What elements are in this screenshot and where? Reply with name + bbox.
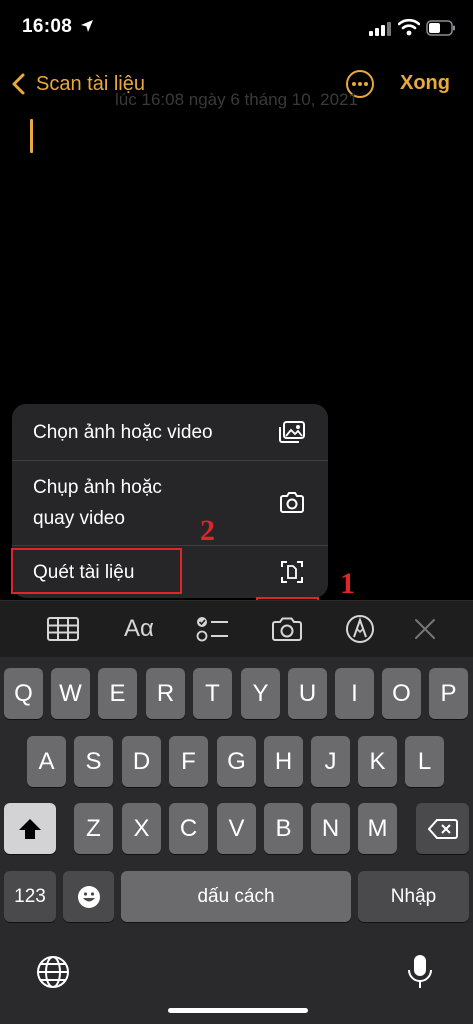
key[interactable]: Z [74,803,113,854]
key[interactable]: X [122,803,161,854]
note-date: lúc 16:08 ngày 6 tháng 10, 2021 [115,90,358,109]
key[interactable]: L [405,736,444,787]
globe-icon [37,956,69,988]
key[interactable]: O [382,668,421,719]
keyboard: Q W E R T Y U I O P A S D F G H J K L Z … [0,657,473,1024]
space-key[interactable]: dấu cách [121,871,351,922]
home-indicator [168,1008,308,1013]
microphone-icon [408,955,432,988]
menu-item-label: Chụp ảnh hoặc quay video [33,477,162,529]
key[interactable]: U [288,668,327,719]
text-format-button[interactable]: Aα [118,614,160,644]
close-icon [415,619,435,639]
camera-icon [280,492,304,513]
wifi-icon [398,18,420,36]
text-cursor [30,119,33,153]
key[interactable]: Q [4,668,43,719]
key[interactable]: R [146,668,185,719]
menu-item-choose-photo[interactable]: Chọn ảnh hoặc video [12,404,328,460]
key[interactable]: D [122,736,161,787]
camera-icon [272,617,302,641]
return-key[interactable]: Nhập [358,871,469,922]
table-button[interactable] [46,614,80,644]
battery-icon [426,20,455,36]
status-time: 16:08 [22,16,73,37]
key[interactable]: S [74,736,113,787]
key[interactable]: J [311,736,350,787]
key[interactable]: C [169,803,208,854]
checklist-icon [196,617,228,642]
emoji-key[interactable] [63,871,114,922]
highlight-scan-document [11,548,182,594]
step-number-2: 2 [200,514,215,547]
key[interactable]: F [169,736,208,787]
menu-item-take-photo[interactable]: Chụp ảnh hoặc quay video [12,461,328,545]
emoji-icon [77,885,100,908]
camera-button[interactable] [269,614,305,644]
markup-button[interactable] [344,614,376,644]
backspace-icon [427,818,458,839]
key[interactable]: G [217,736,256,787]
numbers-key[interactable]: 123 [4,871,56,922]
key[interactable]: T [193,668,232,719]
key[interactable]: N [311,803,350,854]
globe-key[interactable] [36,955,70,989]
cellular-signal-icon [369,22,391,36]
close-toolbar-button[interactable] [412,614,438,644]
key[interactable]: W [51,668,90,719]
scan-document-icon [281,561,303,583]
checklist-button[interactable] [196,614,230,644]
notes-toolbar: Aα [0,600,473,657]
key[interactable]: I [335,668,374,719]
backspace-key[interactable] [416,803,469,854]
key[interactable]: Y [241,668,280,719]
menu-item-label: Chọn ảnh hoặc video [33,421,213,443]
key[interactable]: H [264,736,303,787]
table-icon [47,617,79,641]
photo-library-icon [279,421,305,443]
status-bar: 16:08 [0,0,473,56]
key[interactable]: B [264,803,303,854]
key[interactable]: K [358,736,397,787]
shift-arrow-icon [19,818,41,839]
key[interactable]: A [27,736,66,787]
markup-pen-icon [346,615,374,643]
location-arrow-icon [81,20,93,32]
shift-key[interactable] [4,803,56,854]
key[interactable]: M [358,803,397,854]
dictation-key[interactable] [405,953,435,991]
key[interactable]: P [429,668,468,719]
key[interactable]: V [217,803,256,854]
step-number-1: 1 [340,567,355,600]
key[interactable]: E [98,668,137,719]
